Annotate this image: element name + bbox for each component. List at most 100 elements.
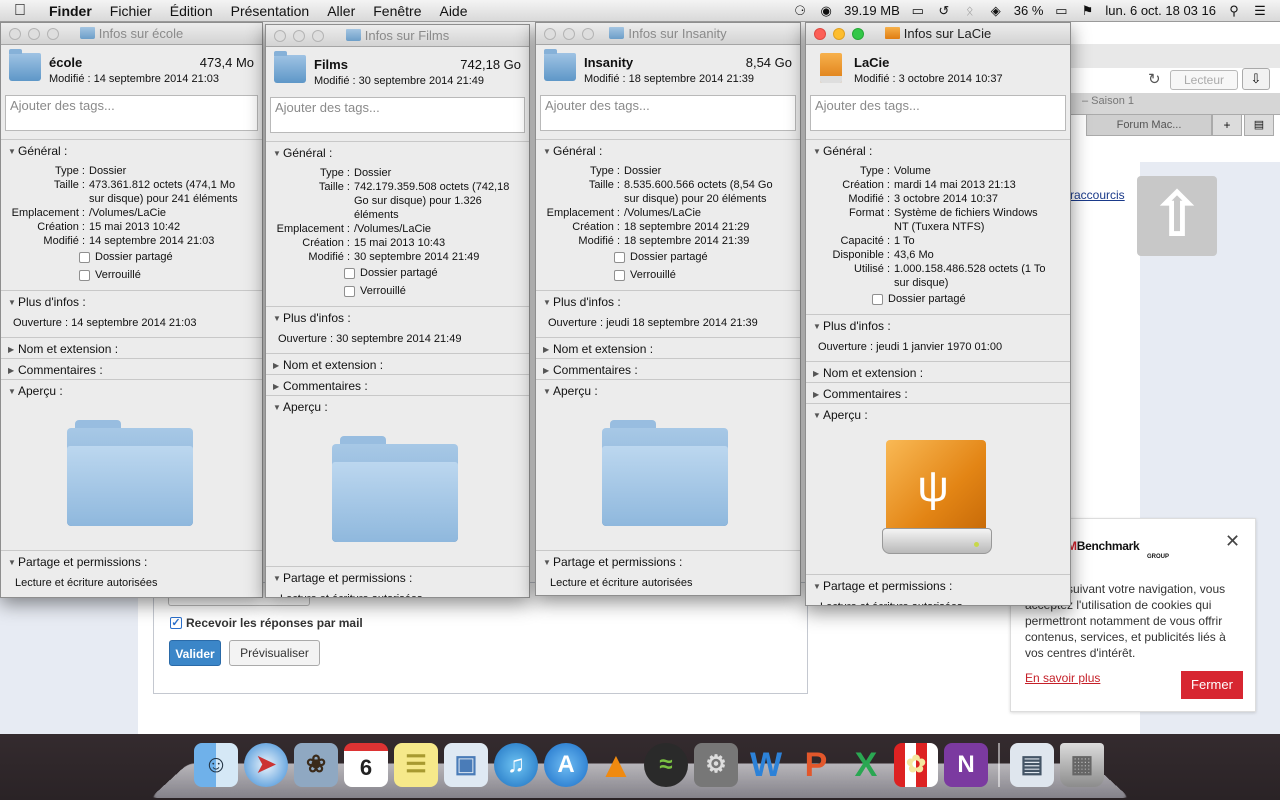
notification-center-icon[interactable]: ☰: [1252, 3, 1268, 18]
shared-folder-checkbox[interactable]: [872, 293, 883, 305]
tab-forum-mac[interactable]: Forum Mac...: [1086, 114, 1212, 136]
shared-folder-option[interactable]: Dossier partagé: [266, 264, 529, 282]
flag-icon[interactable]: ⚑: [1079, 3, 1095, 18]
section-name-extension-toggle[interactable]: ▶ Nom et extension :: [266, 358, 529, 372]
section-comments-toggle[interactable]: ▶ Commentaires :: [266, 379, 529, 393]
section-general-toggle[interactable]: ▼ Général :: [536, 144, 800, 158]
menu-aide[interactable]: Aide: [430, 3, 476, 19]
locked-option[interactable]: Verrouillé: [1, 266, 262, 284]
battery-icon[interactable]: ▭: [1053, 3, 1069, 18]
photos-icon[interactable]: ▣: [444, 743, 488, 787]
battery-percent[interactable]: 36 %: [1014, 3, 1044, 18]
spotify-icon[interactable]: ≈: [644, 743, 688, 787]
mail-replies-checkbox[interactable]: ✓: [170, 617, 182, 629]
section-comments-toggle[interactable]: ▶ Commentaires :: [806, 387, 1070, 401]
locked-option[interactable]: Verrouillé: [536, 266, 800, 284]
itunes-icon[interactable]: ♫: [494, 743, 538, 787]
shared-folder-checkbox[interactable]: [614, 251, 625, 263]
vlc-icon[interactable]: ▲: [594, 743, 638, 787]
menu-finder[interactable]: Finder: [40, 3, 101, 19]
section-sharing-toggle[interactable]: ▼ Partage et permissions :: [806, 579, 1070, 593]
section-name-extension-toggle[interactable]: ▶ Nom et extension :: [1, 342, 262, 356]
menu-aller[interactable]: Aller: [318, 3, 364, 19]
tags-field[interactable]: Ajouter des tags...: [270, 97, 525, 133]
scroll-top-button[interactable]: ⇧: [1137, 176, 1217, 256]
section-preview-toggle[interactable]: ▼ Aperçu :: [806, 408, 1070, 422]
reader-button[interactable]: Lecteur: [1170, 70, 1238, 90]
section-more-info-toggle[interactable]: ▼ Plus d'infos :: [536, 295, 800, 309]
section-preview-toggle[interactable]: ▼ Aperçu :: [536, 384, 800, 398]
tags-field[interactable]: Ajouter des tags...: [5, 95, 258, 131]
shared-folder-option[interactable]: Dossier partagé: [536, 248, 800, 266]
system-preferences-icon[interactable]: ⚙: [694, 743, 738, 787]
window-titlebar[interactable]: Infos sur LaCie: [806, 23, 1070, 45]
section-more-info-toggle[interactable]: ▼ Plus d'infos :: [1, 295, 262, 309]
preview-icon[interactable]: ❀: [294, 743, 338, 787]
locked-option[interactable]: Verrouillé: [266, 282, 529, 300]
section-preview-toggle[interactable]: ▼ Aperçu :: [1, 384, 262, 398]
locked-checkbox[interactable]: [614, 269, 625, 281]
learn-more-link[interactable]: En savoir plus: [1025, 671, 1100, 685]
section-name-extension-toggle[interactable]: ▶ Nom et extension :: [536, 342, 800, 356]
airplay-icon[interactable]: ▭: [910, 3, 926, 18]
section-sharing-toggle[interactable]: ▼ Partage et permissions :: [266, 571, 529, 585]
spotlight-search-icon[interactable]: ⚲: [1226, 3, 1242, 18]
window-titlebar[interactable]: Infos sur école: [1, 23, 262, 45]
section-general-toggle[interactable]: ▼ Général :: [806, 144, 1070, 158]
validate-button[interactable]: Valider: [169, 640, 221, 666]
stickies-icon[interactable]: ☰: [394, 743, 438, 787]
tags-field[interactable]: Ajouter des tags...: [540, 95, 796, 131]
close-icon[interactable]: ✕: [1225, 531, 1240, 552]
popcorn-time-icon[interactable]: ✿: [894, 743, 938, 787]
memory-clean-icon[interactable]: ◉: [818, 3, 834, 18]
clock[interactable]: lun. 6 oct. 18 03 16: [1105, 3, 1216, 18]
window-titlebar[interactable]: Infos sur Films: [266, 25, 529, 47]
apple-menu-icon[interactable]: : [0, 2, 40, 20]
mail-replies-option[interactable]: ✓ Recevoir les réponses par mail: [170, 616, 363, 630]
preview-button[interactable]: Prévisualiser: [229, 640, 320, 666]
calendar-icon[interactable]: 6: [344, 743, 388, 787]
trash-icon[interactable]: ▦: [1060, 743, 1104, 787]
section-sharing-toggle[interactable]: ▼ Partage et permissions :: [536, 555, 800, 569]
app-store-icon[interactable]: A: [544, 743, 588, 787]
locked-checkbox[interactable]: [344, 285, 355, 297]
close-cookie-button[interactable]: Fermer: [1181, 671, 1243, 699]
window-titlebar[interactable]: Infos sur Insanity: [536, 23, 800, 45]
shared-folder-option[interactable]: Dossier partagé: [806, 290, 1070, 308]
shared-folder-checkbox[interactable]: [344, 267, 355, 279]
section-comments-toggle[interactable]: ▶ Commentaires :: [1, 363, 262, 377]
section-sharing-toggle[interactable]: ▼ Partage et permissions :: [1, 555, 262, 569]
excel-icon[interactable]: X: [844, 743, 888, 787]
section-more-info-toggle[interactable]: ▼ Plus d'infos :: [266, 311, 529, 325]
word-icon[interactable]: W: [744, 743, 788, 787]
section-general-toggle[interactable]: ▼ Général :: [1, 144, 262, 158]
section-more-info-toggle[interactable]: ▼ Plus d'infos :: [806, 319, 1070, 333]
shared-folder-checkbox[interactable]: [79, 251, 90, 263]
time-machine-icon[interactable]: ↺: [936, 3, 952, 18]
shazam-icon[interactable]: ⚆: [792, 3, 808, 18]
downloads-stack-icon[interactable]: ▤: [1010, 743, 1054, 787]
section-general-toggle[interactable]: ▼ Général :: [266, 146, 529, 160]
section-preview-toggle[interactable]: ▼ Aperçu :: [266, 400, 529, 414]
locked-checkbox[interactable]: [79, 269, 90, 281]
powerpoint-icon[interactable]: P: [794, 743, 838, 787]
finder-icon[interactable]: ☺: [194, 743, 238, 787]
section-comments-toggle[interactable]: ▶ Commentaires :: [536, 363, 800, 377]
menu-edition[interactable]: Édition: [161, 3, 222, 19]
section-name-extension-toggle[interactable]: ▶ Nom et extension :: [806, 366, 1070, 380]
menu-fichier[interactable]: Fichier: [101, 3, 161, 19]
onenote-icon[interactable]: N: [944, 743, 988, 787]
shared-folder-option[interactable]: Dossier partagé: [1, 248, 262, 266]
memory-readout[interactable]: 39.19 MB: [844, 3, 900, 18]
tab-title-fragment[interactable]: – Saison 1: [1082, 95, 1134, 107]
bluetooth-icon[interactable]: ᛟ: [962, 3, 978, 18]
reload-icon[interactable]: ↻: [1148, 70, 1161, 88]
new-tab-button[interactable]: +: [1212, 114, 1242, 136]
menu-presentation[interactable]: Présentation: [222, 3, 319, 19]
tab-overview-button[interactable]: ▤: [1244, 114, 1274, 136]
shortcuts-link[interactable]: raccourcis: [1070, 188, 1125, 202]
downloads-button[interactable]: ⇩: [1242, 68, 1270, 90]
safari-icon[interactable]: ➤: [244, 743, 288, 787]
wifi-icon[interactable]: ◈: [988, 3, 1004, 18]
tags-field[interactable]: Ajouter des tags...: [810, 95, 1066, 131]
